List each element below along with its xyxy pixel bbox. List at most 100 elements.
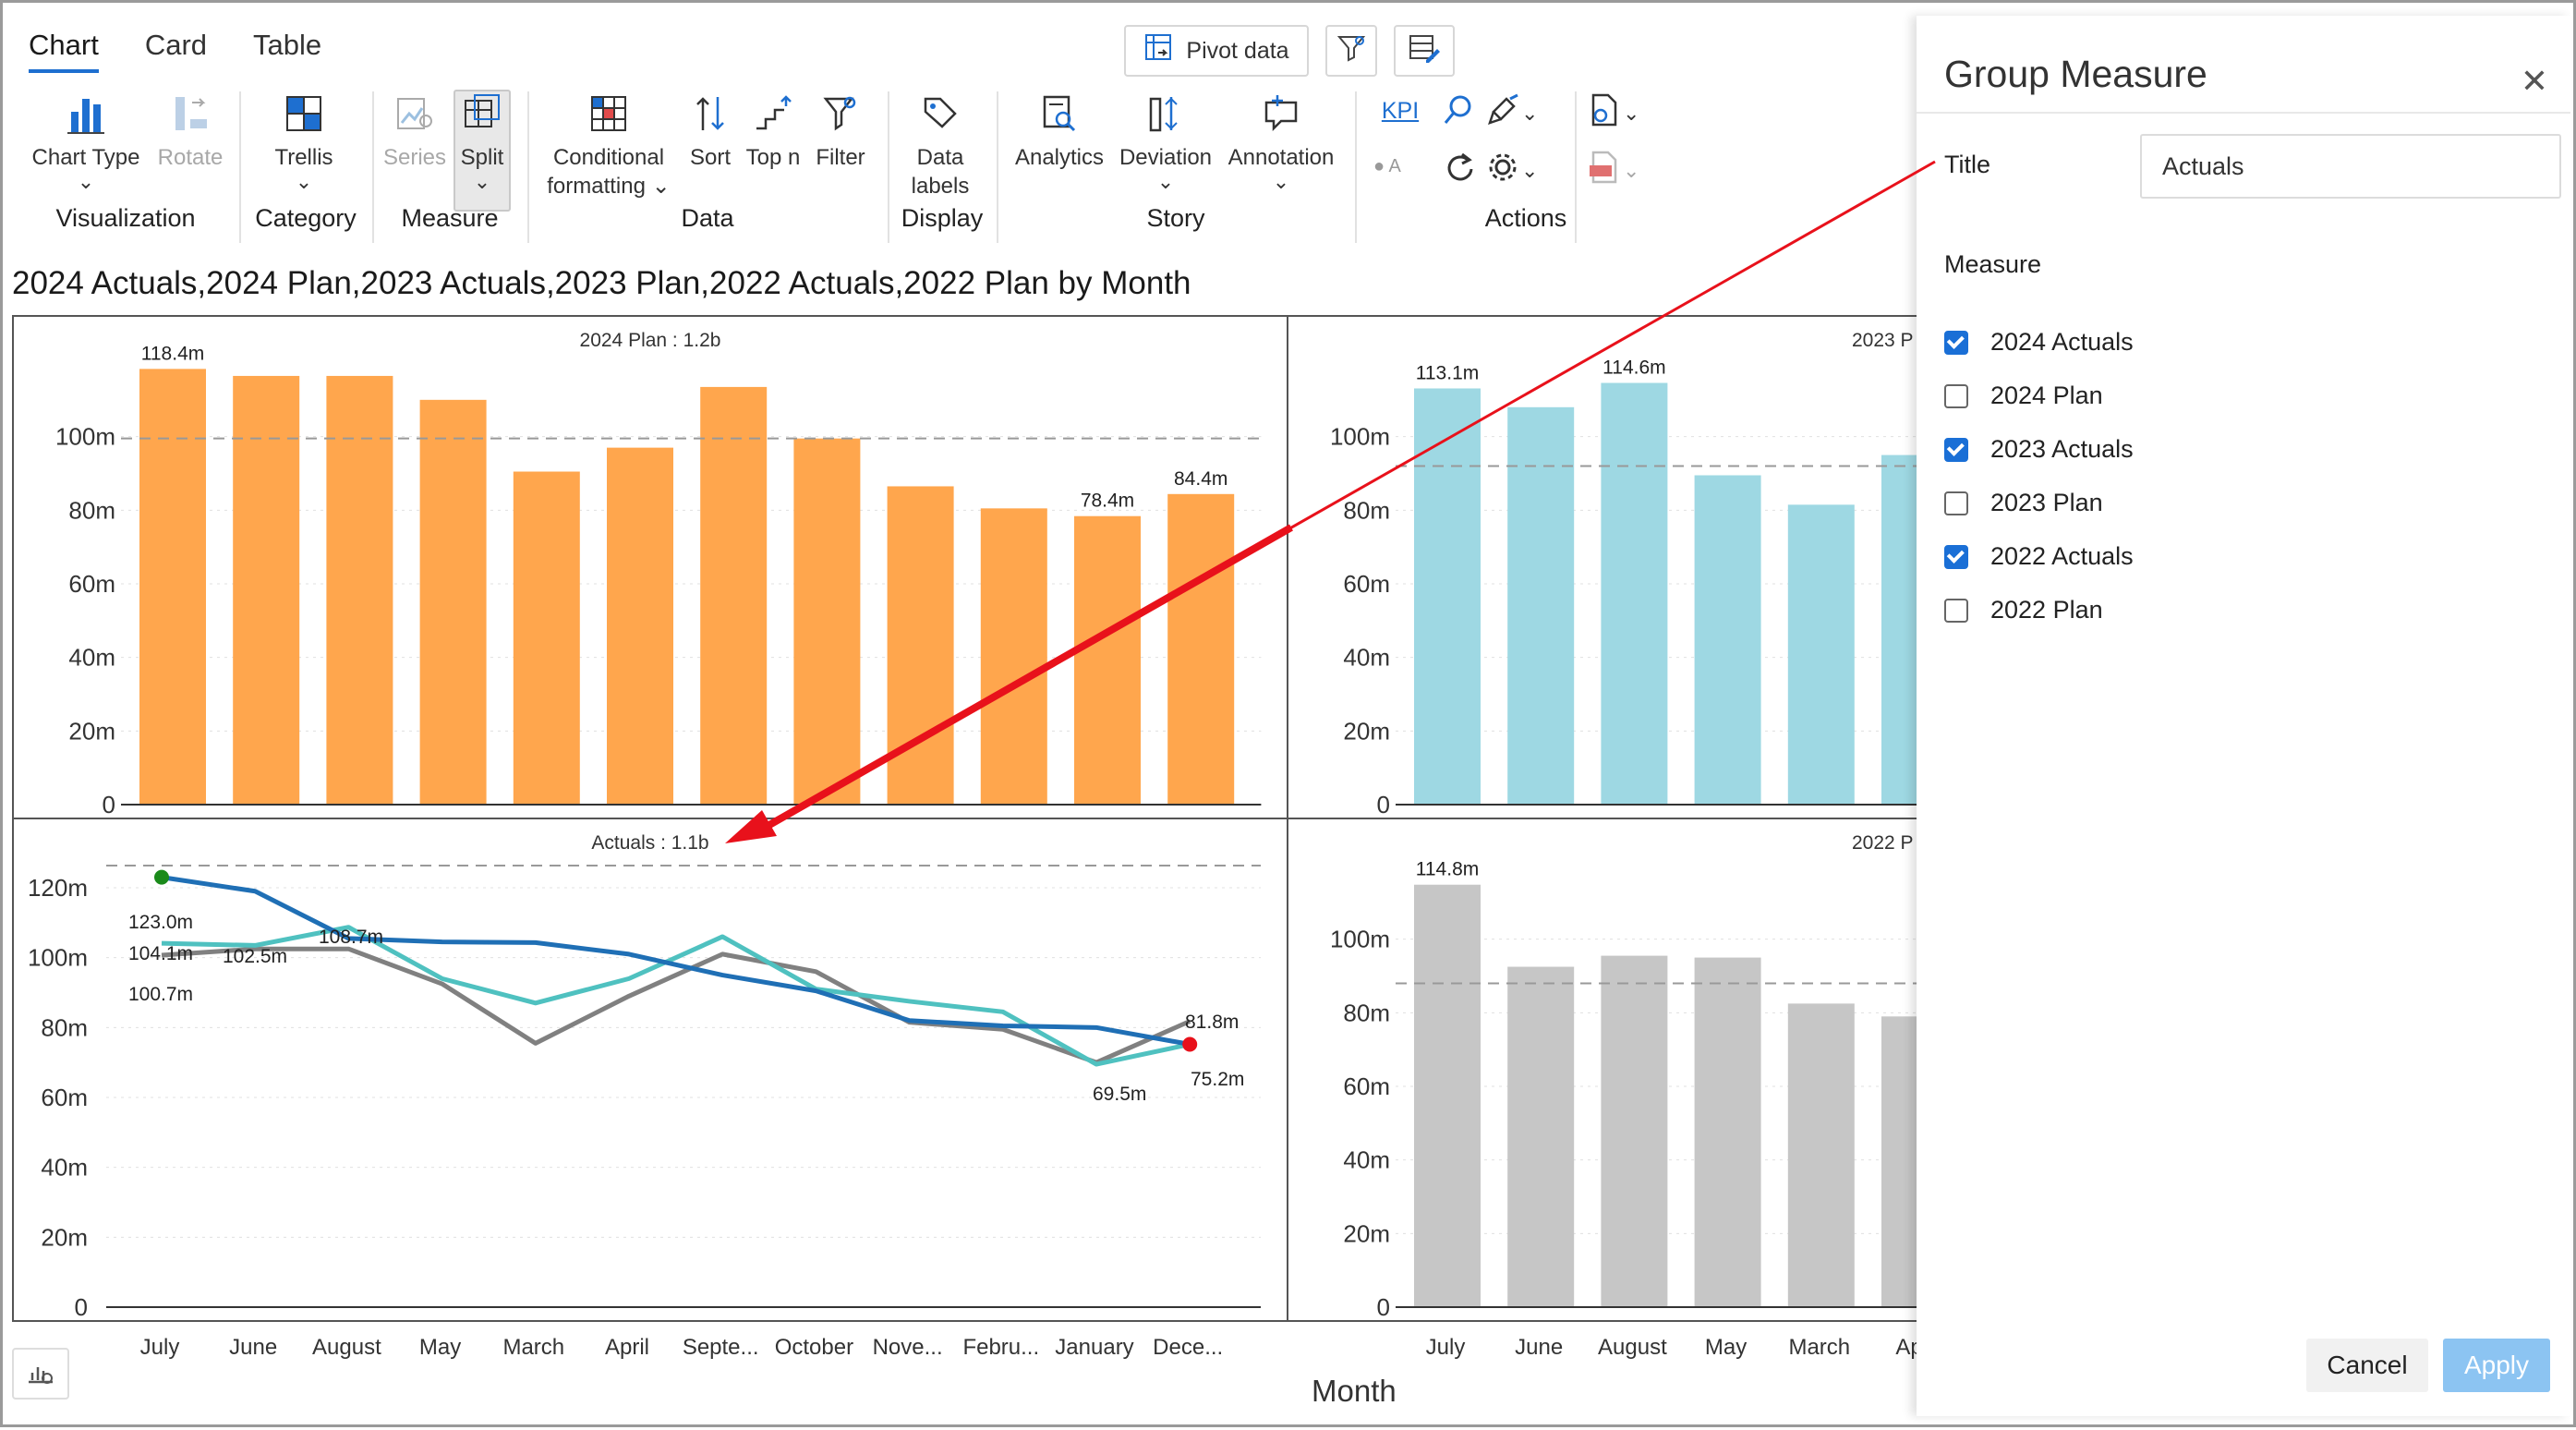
- export-settings-button[interactable]: ⌄: [1586, 91, 1669, 136]
- chevron-down-icon: ⌄: [295, 170, 313, 193]
- chart-panel-2024-plan[interactable]: 2024 Plan : 1.2b 0 20m 40m 60m 80m 100m 118.4m…: [12, 315, 1288, 819]
- table-edit-button[interactable]: [1394, 25, 1455, 77]
- checkbox[interactable]: [1944, 544, 1968, 569]
- group-story: Story: [1146, 204, 1205, 232]
- x-tick-label: June: [229, 1335, 278, 1360]
- deviation-button[interactable]: Deviation ⌄: [1111, 88, 1220, 192]
- y-tick-label: 20m: [68, 717, 115, 745]
- document-gear-icon: [1586, 91, 1623, 136]
- conditional-formatting-label-1: Conditional: [552, 145, 665, 170]
- series-line: [161, 875, 1191, 1047]
- conditional-formatting-label-2: formatting ⌄: [547, 174, 671, 199]
- bar: [1414, 388, 1481, 805]
- chart-panel-2023-plan[interactable]: 2023 P 0 20m 40m 60m 80m 100m 113.1m 114.6m: [1287, 315, 1933, 819]
- data-label: 113.1m: [1416, 362, 1480, 383]
- bar: [1601, 955, 1668, 1307]
- data-label: 114.6m: [1602, 358, 1666, 379]
- x-tick-label: Febru...: [962, 1335, 1040, 1360]
- split-label: Split: [460, 145, 504, 170]
- measure-checkbox-row[interactable]: 2022 Actuals: [1944, 542, 2134, 571]
- pdf-export-button[interactable]: ⌄: [1586, 149, 1669, 193]
- series-button[interactable]: Series: [378, 88, 452, 172]
- search-button[interactable]: [1433, 91, 1484, 136]
- x-tick-label: July: [139, 1335, 180, 1360]
- cancel-button[interactable]: Cancel: [2306, 1339, 2428, 1392]
- x-tick-label: June: [1515, 1335, 1564, 1360]
- pivot-data-button[interactable]: Pivot data: [1124, 25, 1309, 77]
- chevron-down-icon: ⌄: [1156, 170, 1175, 193]
- measure-checkbox-row[interactable]: 2024 Plan: [1944, 382, 2103, 410]
- settings-button[interactable]: ⌄: [1484, 149, 1562, 193]
- top-n-button[interactable]: Top n: [736, 88, 810, 172]
- filter-button[interactable]: Filter: [801, 88, 880, 172]
- trellis-button[interactable]: Trellis ⌄: [258, 88, 350, 192]
- deviation-icon: [1145, 88, 1186, 139]
- chart-panel-actuals[interactable]: Actuals : 1.1b 0 20m 40m 60m 80m 100m 120m 123.…: [12, 818, 1288, 1322]
- paint-button[interactable]: ⌄: [1484, 91, 1562, 136]
- filter-settings-button[interactable]: [1325, 25, 1377, 77]
- measure-label: Measure: [1944, 250, 2042, 278]
- x-tick-label: Dece...: [1153, 1335, 1224, 1360]
- refresh-button[interactable]: [1433, 149, 1484, 193]
- conditional-formatting-icon: [588, 88, 629, 139]
- chart-settings-button[interactable]: [12, 1348, 69, 1400]
- bar: [1414, 884, 1481, 1307]
- measure-checkbox-row[interactable]: 2023 Actuals: [1944, 435, 2134, 464]
- tab-table[interactable]: Table: [253, 29, 321, 73]
- title-label: Title: [1944, 151, 1991, 178]
- conditional-formatting-button[interactable]: Conditional formatting ⌄: [535, 88, 683, 200]
- x-tick-label: Septe...: [682, 1335, 759, 1360]
- tab-chart[interactable]: Chart: [29, 29, 99, 73]
- bar-chart-svg: 0 20m 40m 60m 80m 100m 114.8m: [1330, 859, 1931, 1320]
- view-tabs: Chart Card Table: [29, 29, 321, 73]
- bar: [1694, 957, 1761, 1307]
- measure-checkbox-label: 2022 Actuals: [1990, 542, 2134, 570]
- measure-checkbox-row[interactable]: 2023 Plan: [1944, 489, 2103, 517]
- filter-icon: [820, 88, 861, 139]
- checkbox[interactable]: [1944, 491, 1968, 515]
- tab-card[interactable]: Card: [145, 29, 207, 73]
- title-input[interactable]: Actuals: [2140, 134, 2561, 199]
- close-icon[interactable]: ✕: [2521, 62, 2548, 101]
- group-display: Display: [901, 204, 984, 232]
- data-label: 108.7m: [319, 927, 383, 948]
- trellis-icon: [284, 88, 324, 139]
- rotate-button[interactable]: Rotate: [149, 88, 232, 172]
- data-label: 114.8m: [1416, 859, 1480, 880]
- data-label: 123.0m: [128, 912, 193, 933]
- checkbox[interactable]: [1944, 598, 1968, 623]
- dialog-title: Group Measure: [1944, 53, 2207, 95]
- apply-button[interactable]: Apply: [2443, 1339, 2550, 1392]
- measure-checkbox-label: 2023 Actuals: [1990, 435, 2134, 463]
- measure-checkbox-row[interactable]: 2024 Actuals: [1944, 328, 2134, 357]
- chart-panel-2022-plan[interactable]: 2022 P 0 20m 40m 60m 80m 100m 114.8m: [1287, 818, 1933, 1322]
- x-tick-label: January: [1055, 1335, 1134, 1360]
- top-n-label: Top n: [745, 145, 801, 170]
- measure-checkbox-row[interactable]: 2022 Plan: [1944, 596, 2103, 624]
- checkbox[interactable]: [1944, 437, 1968, 462]
- split-button[interactable]: Split ⌄: [446, 88, 518, 192]
- bar: [1507, 966, 1575, 1307]
- group-category: Category: [255, 204, 357, 232]
- bar: [1787, 1003, 1855, 1307]
- y-tick-label: 20m: [41, 1223, 88, 1251]
- table-edit-icon: [1408, 32, 1441, 70]
- legend-toggle-button[interactable]: ● A: [1373, 152, 1425, 181]
- data-label: 118.4m: [141, 343, 205, 364]
- bar: [980, 508, 1047, 805]
- line-chart-svg: 0 20m 40m 60m 80m 100m 120m 123.0m 104.1m 100.7m 1…: [28, 865, 1261, 1320]
- chevron-down-icon: ⌄: [1623, 159, 1640, 182]
- bar: [607, 447, 673, 805]
- trellis-label: Trellis: [274, 145, 333, 170]
- kpi-button[interactable]: KPI: [1368, 97, 1433, 126]
- checkbox[interactable]: [1944, 383, 1968, 408]
- data-labels-button[interactable]: Data labels: [899, 88, 982, 200]
- analytics-button[interactable]: Analytics: [1004, 88, 1115, 172]
- annotation-button[interactable]: Annotation ⌄: [1218, 88, 1344, 192]
- x-tick-label: October: [774, 1335, 854, 1360]
- bar: [1074, 515, 1141, 805]
- chart-type-button[interactable]: Chart Type ⌄: [21, 88, 151, 192]
- chevron-down-icon: ⌄: [1521, 102, 1539, 125]
- checkbox[interactable]: [1944, 330, 1968, 355]
- x-axis-title: Month: [1312, 1374, 1397, 1408]
